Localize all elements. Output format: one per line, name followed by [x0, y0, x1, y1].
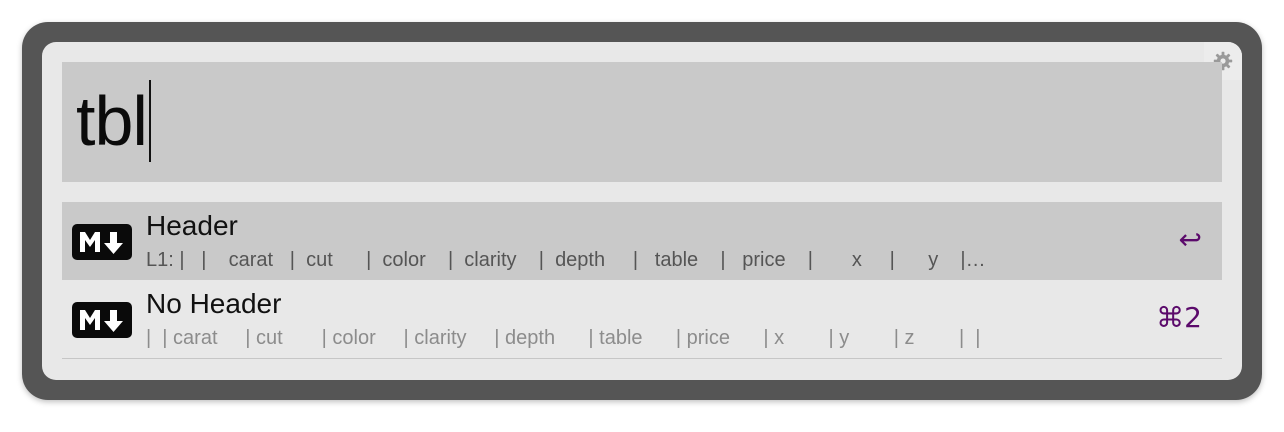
result-item-no-header[interactable]: No Header | | carat | cut | color | clar… — [62, 280, 1222, 358]
results-divider — [62, 358, 1222, 359]
result-subtitle: | | carat | cut | color | clarity | dept… — [146, 327, 981, 349]
result-title: No Header — [146, 288, 282, 319]
launcher-panel: tbl Header L1: | | carat | cut | color |… — [42, 42, 1242, 380]
markdown-icon — [72, 302, 132, 338]
cmd-2-shortcut: ⌘2 — [1156, 301, 1202, 334]
text-cursor — [148, 80, 151, 162]
result-title: Header — [146, 210, 238, 241]
search-input[interactable]: tbl — [62, 62, 1222, 182]
return-key-shortcut: ↩ — [1178, 223, 1202, 256]
launcher-window: tbl Header L1: | | carat | cut | color |… — [22, 22, 1262, 400]
result-item-header[interactable]: Header L1: | | carat | cut | color | cla… — [62, 202, 1222, 280]
markdown-icon — [72, 224, 132, 260]
search-query-text: tbl — [76, 82, 148, 160]
result-subtitle: L1: | | carat | cut | color | clarity | … — [146, 249, 986, 271]
search-query-display[interactable]: tbl — [76, 80, 151, 162]
